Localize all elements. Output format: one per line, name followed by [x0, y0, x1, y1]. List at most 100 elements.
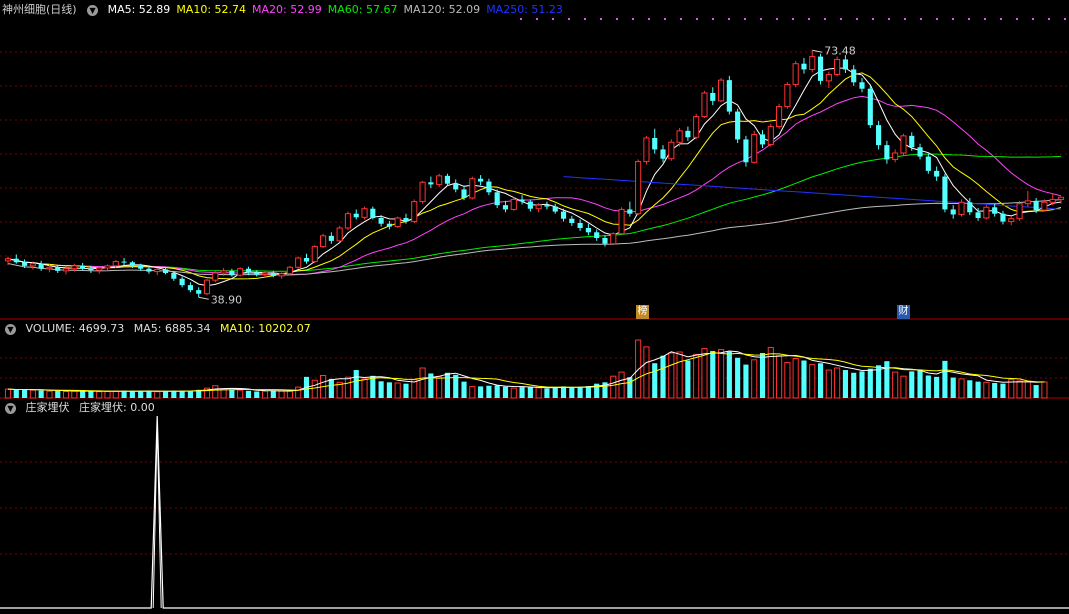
volume-bar-down — [146, 391, 152, 398]
candle-body-down — [660, 149, 666, 159]
candle-body-down — [171, 273, 177, 279]
candle-body-up — [212, 272, 219, 281]
volume-bar-up — [311, 379, 318, 399]
volume-bar-up — [212, 385, 219, 399]
candle-body-up — [1024, 200, 1031, 205]
candle-body-down — [254, 272, 260, 275]
ma-legend-item: MA20: 52.99 — [252, 3, 322, 16]
candle-body-down — [967, 202, 973, 213]
top-dot — [680, 18, 682, 20]
volume-bar-up — [344, 376, 352, 399]
ma-legend-item: MA250: 51.23 — [486, 3, 563, 16]
volume-bar-up — [278, 390, 285, 399]
candle-body-down — [1000, 213, 1006, 222]
candle-body-down — [22, 262, 28, 266]
volume-bar-down — [519, 387, 525, 398]
candle-body-up — [336, 227, 343, 242]
candlesticks — [4, 50, 1065, 298]
candle-body-down — [560, 211, 567, 219]
volume-bar-down — [270, 390, 276, 398]
candle-body-down — [685, 130, 691, 138]
candle-body-down — [519, 199, 525, 202]
candle-body-down — [353, 213, 359, 218]
volume-bar-down — [909, 371, 915, 398]
candle-body-down — [917, 147, 923, 157]
volume-bar-down — [245, 390, 252, 398]
candle-body-down — [378, 218, 384, 224]
top-dot — [1048, 18, 1050, 20]
candle-body-down — [743, 139, 749, 163]
candle-body-down — [196, 290, 202, 294]
candle-body-up — [618, 208, 625, 235]
candle-body-down — [859, 82, 865, 89]
collapse-arrow-icon[interactable]: ▼ — [87, 4, 99, 16]
candle-body-up — [1016, 203, 1023, 220]
candle-body-down — [229, 270, 235, 276]
volume-bar-down — [502, 386, 509, 398]
low-price-label: 38.90 — [211, 293, 243, 306]
collapse-arrow-icon[interactable]: ▼ — [5, 402, 16, 414]
candle-body-down — [909, 135, 915, 148]
candle-body-down — [245, 268, 252, 273]
candle-body-up — [344, 213, 352, 229]
candle-body-down — [710, 93, 716, 101]
candle-body-down — [851, 69, 857, 83]
volume-bar-down — [627, 377, 633, 398]
candle-body-up — [767, 126, 774, 145]
top-dot — [728, 18, 730, 20]
candle-body-down — [801, 63, 807, 70]
volume-bar-down — [13, 389, 19, 398]
volume-bar-up — [1016, 380, 1023, 399]
candle-body-up — [104, 265, 111, 269]
ma-legend-item: MA60: 57.67 — [327, 3, 398, 16]
candle-body-down — [652, 138, 658, 150]
candle-body-down — [428, 182, 434, 185]
candle-body-up — [71, 265, 78, 270]
volume-bar-down — [992, 383, 998, 398]
candle-body-up — [535, 204, 542, 210]
volume-bar-up — [792, 357, 799, 399]
top-dot — [984, 18, 986, 20]
event-marker-cai[interactable]: 财 — [897, 305, 910, 319]
volume-bar-down — [569, 387, 575, 398]
candle-body-down — [502, 205, 509, 210]
candle-body-up — [701, 92, 708, 118]
candle-body-up — [436, 175, 443, 185]
volume-bar-down — [950, 377, 956, 398]
candle-body-up — [668, 141, 675, 160]
volume-bar-down — [759, 353, 766, 398]
top-dot — [872, 18, 874, 20]
candle-body-up — [311, 246, 318, 263]
candle-body-down — [328, 235, 334, 241]
candle-body-down — [370, 208, 376, 218]
candle-body-up — [295, 257, 302, 268]
candle-body-up — [203, 279, 211, 295]
top-dot — [616, 18, 618, 20]
candle-body-down — [585, 228, 591, 233]
volume-bar-down — [187, 390, 193, 398]
volume-bar-down — [22, 389, 28, 398]
volume-bar-down — [842, 370, 848, 398]
volume-bar-down — [38, 390, 44, 398]
volume-bar-down — [494, 385, 500, 398]
top-dot — [1064, 18, 1066, 20]
volume-bar-down — [817, 363, 824, 398]
candle-body-down — [187, 285, 193, 291]
candle-body-down — [1033, 200, 1039, 211]
candle-body-up — [154, 268, 161, 273]
volume-bar-down — [934, 376, 940, 398]
candle-body-up — [286, 266, 293, 275]
collapse-arrow-icon[interactable]: ▼ — [5, 323, 16, 335]
candle-body-down — [867, 88, 873, 126]
volume-bar-down — [942, 360, 948, 398]
volume-bar-down — [461, 381, 467, 398]
candle-body-up — [96, 267, 103, 271]
candle-body-down — [925, 156, 931, 171]
event-marker-bang[interactable]: 榜 — [636, 305, 649, 319]
candle-body-down — [270, 273, 276, 276]
volume-bar-up — [394, 382, 401, 399]
volume-bar-up — [983, 381, 990, 399]
volume-bar-up — [510, 387, 517, 399]
ma20-line — [7, 95, 1062, 276]
volume-bar-up — [436, 376, 443, 399]
